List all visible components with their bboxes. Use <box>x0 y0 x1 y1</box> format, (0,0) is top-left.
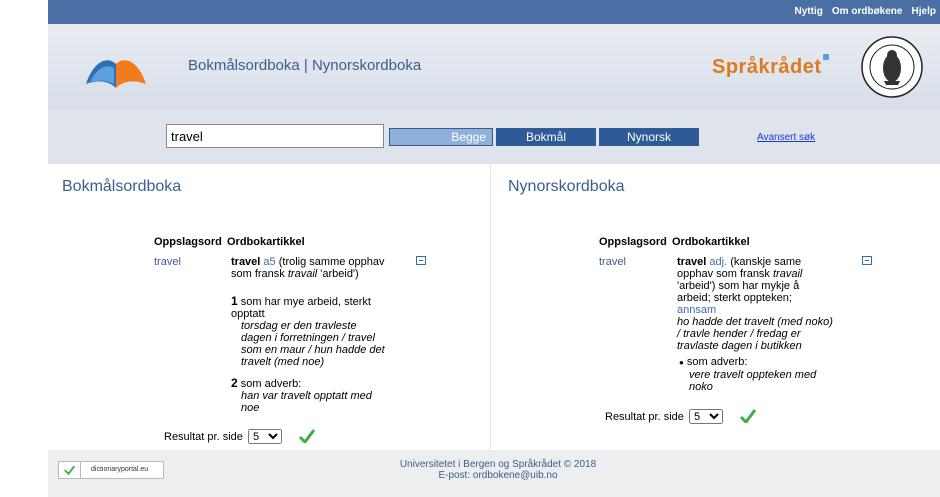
bokmal-column-title: Bokmålsordboka <box>62 178 182 195</box>
nynorsk-entry-examples: ho hadde det travelt (med noko) / travle… <box>677 316 833 352</box>
nynorsk-article-header: Ordbokartikkel <box>672 236 750 248</box>
results-content: Bokmålsordboka Oppslagsord Ordbokartikke… <box>48 164 940 450</box>
sense-bullet: ● <box>679 358 684 367</box>
advanced-search-link[interactable]: Avansert søk <box>757 132 815 143</box>
bokmal-article-entry: travel a5 (trolig samme opphav som frans… <box>231 256 387 280</box>
top-navigation-bar: Nyttig Om ordbøkene Hjelp <box>48 0 940 24</box>
site-header: Bokmålsordboka | Nynorskordboka Språkråd… <box>48 24 940 110</box>
apply-check-icon[interactable] <box>740 409 756 423</box>
footer-text: Universitetet i Bergen og Språkrådet © 2… <box>348 459 648 481</box>
nynorsk-entry-related-link[interactable]: annsam <box>677 304 833 316</box>
bokmal-sense-2: 2 som adverb: han var travelt opptatt me… <box>231 377 387 414</box>
collapse-entry-icon[interactable] <box>862 256 872 265</box>
bokmal-sense-1: 1 som har mye arbeid, sterkt opptatt tor… <box>231 295 387 368</box>
nynorsk-results-per-page: Resultat pr. side 5 <box>605 409 723 424</box>
spraakraadet-logo[interactable]: Språkrådet <box>712 54 829 79</box>
badge-text: dictionaryportal.eu <box>91 466 149 473</box>
footer-email[interactable]: E-post: ordbokene@uib.no <box>348 470 648 481</box>
search-bar: Begge Bokmål Nynorsk Avansert søk <box>48 110 940 164</box>
nynorsk-headword-link[interactable]: travel <box>599 256 626 268</box>
apply-check-icon[interactable] <box>299 429 315 443</box>
footer-copyright: Universitetet i Bergen og Språkrådet © 2… <box>399 459 597 470</box>
nynorsk-entry-definition: 'arbeid') som har mykje å arbeid; sterkt… <box>677 280 800 304</box>
results-per-page-label: Resultat pr. side <box>605 411 684 423</box>
search-both-button[interactable]: Begge <box>389 128 493 146</box>
bokmal-results-per-page: Resultat pr. side 5 <box>164 429 282 444</box>
results-per-page-label: Resultat pr. side <box>164 431 243 443</box>
logo-dot-icon <box>822 54 829 60</box>
nynorsk-results-column: Nynorskordboka Oppslagsord Ordbokartikke… <box>492 164 940 450</box>
collapse-entry-icon[interactable] <box>416 256 426 265</box>
sense-definition: som adverb: <box>240 378 302 390</box>
badge-check-icon <box>64 462 81 478</box>
results-per-page-select[interactable]: 5 <box>688 409 723 424</box>
bokmal-headword-link[interactable]: travel <box>154 256 181 268</box>
nynorsk-article-entry: travel adj. (kanskje same opphav som fra… <box>677 256 833 352</box>
nav-link-nyttig[interactable]: Nyttig <box>795 6 823 17</box>
spraakraadet-logo-text: Språkrådet <box>712 56 822 78</box>
bokmal-entry-etymology-end: 'arbeid') <box>317 268 359 280</box>
bokmal-entry-grammar[interactable]: a5 <box>263 256 275 268</box>
bokmal-headword-header: Oppslagsord <box>154 236 222 248</box>
sense-definition: som har mye arbeid, sterkt opptatt <box>231 296 371 320</box>
search-bokmal-button[interactable]: Bokmål <box>496 128 596 146</box>
bokmal-article-header: Ordbokartikkel <box>227 236 305 248</box>
sense-examples: torsdag er den travleste dagen i forretn… <box>241 320 385 368</box>
nynorsk-entry-grammar[interactable]: adj. <box>709 256 727 268</box>
search-nynorsk-button[interactable]: Nynorsk <box>599 128 699 146</box>
sense-definition: som adverb: <box>686 356 748 368</box>
nynorsk-entry-headword: travel <box>677 256 707 268</box>
results-per-page-select[interactable]: 5 <box>247 429 282 444</box>
search-input[interactable] <box>166 124 384 148</box>
university-of-bergen-seal-icon[interactable] <box>860 35 924 99</box>
nav-link-om-ordbokene[interactable]: Om ordbøkene <box>832 6 903 17</box>
nynorsk-sense-adverb: ● som adverb: vere travelt oppteken med … <box>679 356 835 393</box>
open-book-logo-icon[interactable] <box>84 50 148 90</box>
bokmal-results-column: Bokmålsordboka Oppslagsord Ordbokartikke… <box>48 164 491 450</box>
page: Nyttig Om ordbøkene Hjelp Bokmålsordboka… <box>48 0 940 497</box>
nynorsk-headword-header: Oppslagsord <box>599 236 667 248</box>
bokmal-entry-etymology-word: travail <box>287 268 318 280</box>
sense-number: 2 <box>231 376 238 390</box>
site-title: Bokmålsordboka | Nynorskordboka <box>188 57 422 74</box>
sense-examples: vere travelt oppteken med noko <box>689 369 817 393</box>
nav-link-hjelp[interactable]: Hjelp <box>912 6 936 17</box>
sense-number: 1 <box>231 294 238 308</box>
bokmal-entry-headword: travel <box>231 256 261 268</box>
dictionaryportal-badge[interactable]: dictionaryportal.eu <box>58 461 164 479</box>
nynorsk-column-title: Nynorskordboka <box>508 178 625 195</box>
sense-examples: han var travelt opptatt med noe <box>241 390 372 414</box>
nynorsk-entry-etymology-word: travail <box>773 268 803 280</box>
footer: dictionaryportal.eu Universitetet i Berg… <box>48 450 940 497</box>
